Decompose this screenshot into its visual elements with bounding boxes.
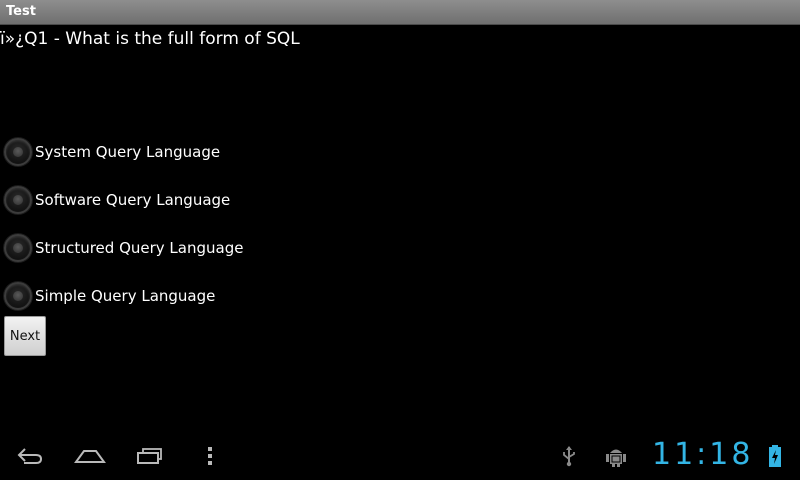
menu-icon[interactable] bbox=[200, 432, 220, 480]
option-label-2[interactable]: Software Query Language bbox=[35, 191, 230, 209]
option-4[interactable]: Simple Query Language bbox=[4, 272, 243, 320]
clock: 11:18 bbox=[652, 437, 754, 472]
option-label-4[interactable]: Simple Query Language bbox=[35, 287, 215, 305]
title-bar: Test bbox=[0, 0, 800, 25]
option-label-1[interactable]: System Query Language bbox=[35, 143, 220, 161]
next-button[interactable]: Next bbox=[4, 316, 46, 356]
screen: Test ï»¿Q1 - What is the full form of SQ… bbox=[0, 0, 800, 480]
options-radio-group: System Query Language Software Query Lan… bbox=[4, 128, 243, 320]
radio-button-4[interactable] bbox=[4, 282, 32, 310]
option-1[interactable]: System Query Language bbox=[4, 128, 243, 176]
app-title: Test bbox=[6, 4, 36, 19]
radio-button-2[interactable] bbox=[4, 186, 32, 214]
option-label-3[interactable]: Structured Query Language bbox=[35, 239, 243, 257]
home-icon[interactable] bbox=[70, 432, 110, 480]
radio-button-3[interactable] bbox=[4, 234, 32, 262]
recent-apps-icon[interactable] bbox=[130, 432, 170, 480]
back-icon[interactable] bbox=[10, 432, 50, 480]
android-debug-icon bbox=[602, 432, 630, 480]
question-text: ï»¿Q1 - What is the full form of SQL bbox=[0, 29, 300, 49]
usb-icon bbox=[556, 432, 582, 480]
option-3[interactable]: Structured Query Language bbox=[4, 224, 243, 272]
battery-icon bbox=[764, 432, 786, 480]
radio-button-1[interactable] bbox=[4, 138, 32, 166]
option-2[interactable]: Software Query Language bbox=[4, 176, 243, 224]
